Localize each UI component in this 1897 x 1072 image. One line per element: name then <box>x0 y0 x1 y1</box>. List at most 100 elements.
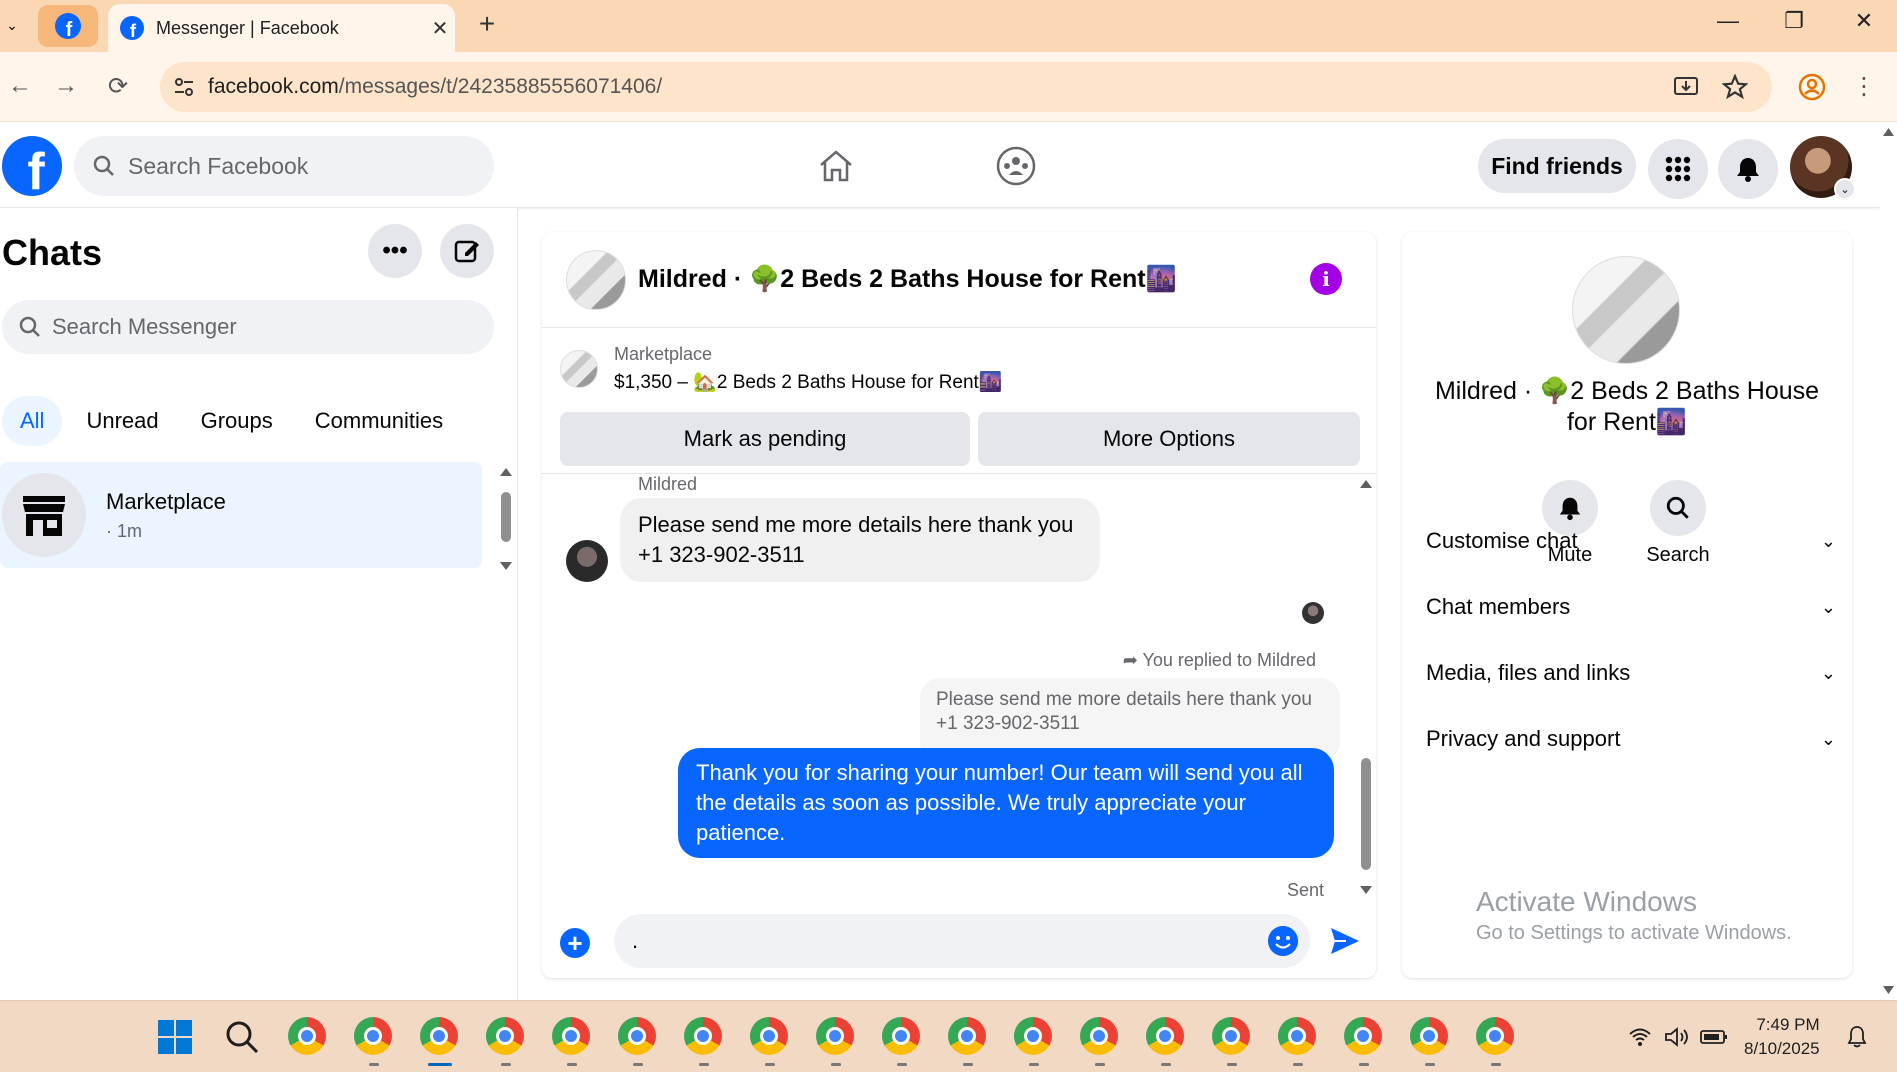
chrome-taskbar-icon[interactable] <box>618 1017 658 1066</box>
close-icon[interactable]: ✕ <box>425 16 455 41</box>
facebook-logo[interactable]: f <box>2 136 62 196</box>
mark-as-pending-button[interactable]: Mark as pending <box>560 412 970 466</box>
more-options-button[interactable]: More Options <box>978 412 1360 466</box>
chat-timestamp: · 1m <box>106 520 142 541</box>
plus-icon[interactable]: + <box>560 928 590 958</box>
activate-windows-watermark: Activate Windows Go to Settings to activ… <box>1476 886 1792 945</box>
message-input[interactable] <box>614 914 1310 968</box>
filter-groups[interactable]: Groups <box>183 396 291 446</box>
account-avatar[interactable]: ⌄ <box>1790 136 1856 200</box>
close-window-button[interactable]: ✕ <box>1834 8 1894 38</box>
groups-icon[interactable] <box>992 142 1040 190</box>
chat-list-item[interactable]: Marketplace · 1m <box>0 462 482 568</box>
chrome-taskbar-icon[interactable] <box>1410 1017 1450 1066</box>
sender-avatar[interactable] <box>566 540 608 582</box>
pinned-facebook-tab[interactable]: f <box>38 5 98 47</box>
new-tab-button[interactable]: + <box>470 8 504 40</box>
chrome-taskbar-icon[interactable] <box>1476 1017 1516 1066</box>
chat-name: Marketplace <box>106 488 226 514</box>
listing-price-title[interactable]: $1,350 – 🏡2 Beds 2 Baths House for Rent🌆 <box>614 370 1002 394</box>
chrome-taskbar-icon[interactable] <box>1278 1017 1318 1066</box>
chevron-down-icon: ⌄ <box>1820 662 1836 683</box>
notification-center-bell-icon[interactable] <box>1846 1025 1868 1049</box>
chat-members-section[interactable]: Chat members ⌄ <box>1426 580 1836 634</box>
address-bar[interactable]: facebook.com/messages/t/2423588555607140… <box>160 62 1772 112</box>
chrome-taskbar-icon[interactable] <box>816 1017 856 1066</box>
install-app-icon[interactable] <box>1672 73 1700 101</box>
profile-icon[interactable] <box>1798 73 1826 101</box>
facebook-header: f Search Facebook Find friends ⌄ <box>0 122 1880 208</box>
chrome-taskbar-icon[interactable] <box>552 1017 592 1066</box>
chrome-taskbar-icon[interactable] <box>948 1017 988 1066</box>
search-icon <box>93 155 114 176</box>
taskbar-search-icon[interactable] <box>222 1017 262 1057</box>
tab-search-chevron-icon[interactable]: ⌄ <box>0 10 24 40</box>
search-messenger-input[interactable]: Search Messenger <box>2 300 494 354</box>
tab-messenger[interactable]: f Messenger | Facebook ✕ <box>108 4 455 52</box>
search-icon <box>19 316 40 337</box>
message-composer: + <box>542 906 1376 978</box>
restore-button[interactable]: ❐ <box>1764 8 1824 38</box>
chrome-taskbar-icon[interactable] <box>354 1017 394 1066</box>
minimize-button[interactable]: — <box>1698 8 1758 38</box>
back-arrow-icon[interactable]: ← <box>0 66 40 106</box>
listing-thumbnail[interactable] <box>566 249 626 310</box>
section-label: Privacy and support <box>1426 726 1621 751</box>
svg-text:f: f <box>130 20 137 40</box>
system-clock[interactable]: 7:49 PM 8/10/2025 <box>1744 1013 1820 1061</box>
browser-menu-icon[interactable]: ⋮ <box>1844 66 1884 106</box>
sidebar-scrollbar[interactable] <box>496 466 516 576</box>
chat-filters: All Unread Groups Communities <box>2 396 467 446</box>
chrome-taskbar-icon[interactable] <box>1146 1017 1186 1066</box>
chrome-taskbar-icon[interactable] <box>1212 1017 1252 1066</box>
filter-unread[interactable]: Unread <box>68 396 176 446</box>
forward-arrow-icon[interactable]: → <box>46 66 86 106</box>
chrome-taskbar-icon[interactable] <box>750 1017 790 1066</box>
thread-scrollbar[interactable] <box>1356 474 1376 906</box>
home-icon[interactable] <box>812 142 860 190</box>
outgoing-message[interactable]: Thank you for sharing your number! Our t… <box>678 748 1334 858</box>
url-text: facebook.com/messages/t/2423588555607140… <box>208 75 663 98</box>
more-options-icon[interactable]: ••• <box>368 224 422 278</box>
chrome-taskbar-icon[interactable] <box>288 1017 328 1057</box>
media-files-links-section[interactable]: Media, files and links ⌄ <box>1426 646 1836 700</box>
site-settings-icon[interactable] <box>172 75 196 99</box>
message-status: Sent <box>1286 880 1324 900</box>
wifi-icon[interactable] <box>1628 1027 1652 1047</box>
emoji-icon[interactable] <box>1268 926 1298 956</box>
customise-chat-section[interactable]: Customise chat ⌄ <box>1426 514 1836 568</box>
marketplace-store-icon <box>2 473 86 557</box>
page-scrollbar[interactable] <box>1880 122 1897 1000</box>
find-friends-button[interactable]: Find friends <box>1478 139 1636 193</box>
volume-icon[interactable] <box>1664 1027 1690 1047</box>
chrome-taskbar-icon[interactable] <box>684 1017 724 1066</box>
chevron-down-icon: ⌄ <box>1820 596 1836 617</box>
send-icon[interactable] <box>1328 924 1362 958</box>
chats-sidebar: Chats ••• Search Messenger All Unread Gr… <box>0 208 518 1000</box>
reply-arrow-icon: ➦ <box>1122 650 1143 670</box>
chrome-taskbar-icon[interactable] <box>1080 1017 1120 1066</box>
filter-communities[interactable]: Communities <box>297 396 461 446</box>
notifications-bell-icon[interactable] <box>1718 139 1778 199</box>
filter-all[interactable]: All <box>2 396 63 446</box>
privacy-support-section[interactable]: Privacy and support ⌄ <box>1426 712 1836 766</box>
chrome-taskbar-icon[interactable] <box>420 1017 460 1066</box>
chrome-taskbar-icon[interactable] <box>882 1017 922 1066</box>
chrome-taskbar-icon[interactable] <box>1014 1017 1054 1066</box>
chrome-taskbar-icon[interactable] <box>1344 1017 1384 1066</box>
listing-photo[interactable] <box>1572 256 1680 364</box>
bookmark-star-icon[interactable] <box>1722 74 1748 100</box>
reload-icon[interactable]: ⟳ <box>98 66 138 106</box>
marketplace-listing-banner: Marketplace $1,350 – 🏡2 Beds 2 Baths Hou… <box>542 328 1376 474</box>
marketplace-label: Marketplace <box>614 344 713 364</box>
incoming-message[interactable]: Please send me more details here thank y… <box>620 498 1100 582</box>
battery-icon[interactable] <box>1700 1029 1728 1045</box>
chrome-taskbar-icon[interactable] <box>486 1017 526 1066</box>
windows-start-icon[interactable] <box>155 1017 195 1057</box>
menu-grid-icon[interactable] <box>1648 139 1708 199</box>
new-message-icon[interactable] <box>440 224 494 278</box>
browser-toolbar: ← → ⟳ facebook.com/messages/t/2423588555… <box>0 52 1897 122</box>
conversation-title[interactable]: Mildred · 🌳2 Beds 2 Baths House for Rent… <box>638 265 1177 294</box>
search-facebook-input[interactable]: Search Facebook <box>74 136 494 196</box>
info-icon[interactable]: i <box>1310 263 1342 295</box>
